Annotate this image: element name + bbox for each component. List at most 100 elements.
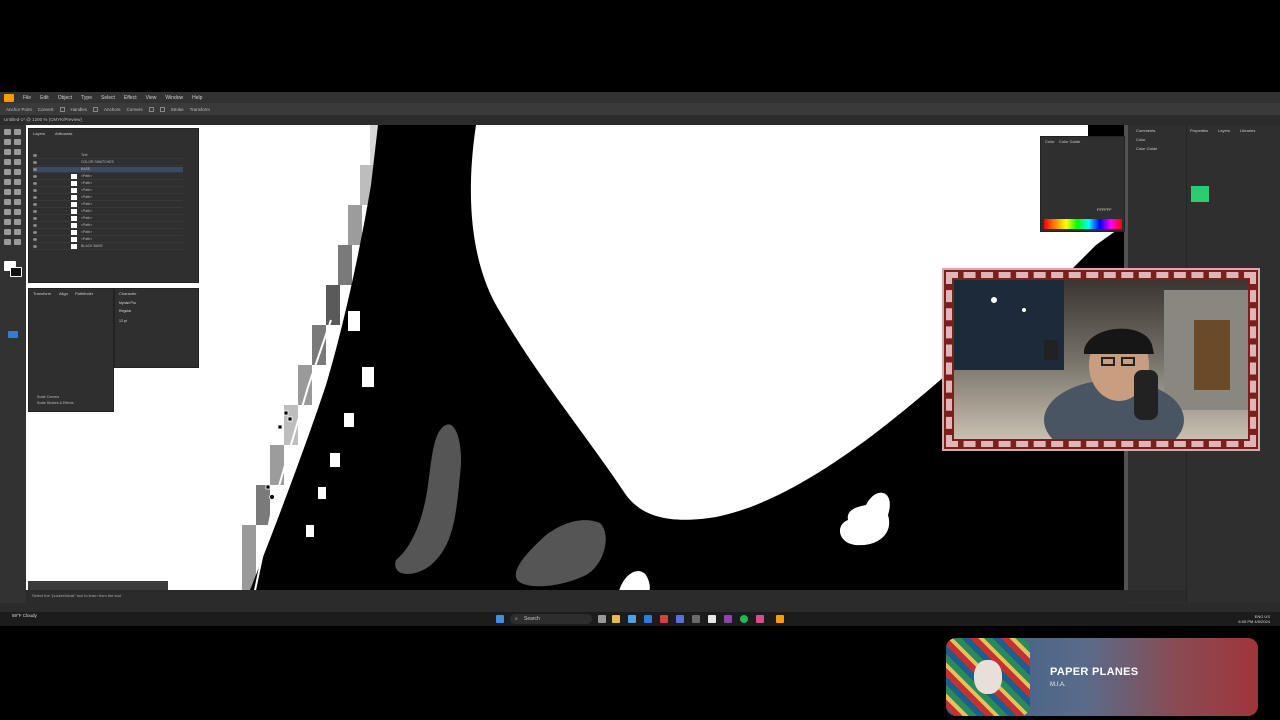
curvature-tool-icon[interactable] xyxy=(14,149,21,155)
blend-tool-icon[interactable] xyxy=(14,219,21,225)
document-tab[interactable]: Untitled-1* @ 1200 % (CMYK/Preview) xyxy=(0,115,200,125)
convert-corner-icon[interactable] xyxy=(59,106,65,112)
line-tool-icon[interactable] xyxy=(14,159,21,165)
file-explorer-icon[interactable] xyxy=(612,615,620,623)
edge-icon[interactable] xyxy=(644,615,652,623)
free-transform-tool-icon[interactable] xyxy=(14,199,21,205)
draw-mode-icon[interactable] xyxy=(8,331,18,338)
align-icon[interactable] xyxy=(148,106,154,112)
control-anchors[interactable]: Anchors xyxy=(104,107,121,112)
font-style-field[interactable]: Regular xyxy=(119,309,131,313)
layer-row[interactable]: <Path> xyxy=(33,202,183,208)
eye-icon[interactable] xyxy=(33,210,37,213)
slice-tool-icon[interactable] xyxy=(14,229,21,235)
green-swatch[interactable] xyxy=(1191,186,1209,202)
layer-row[interactable]: <Path> xyxy=(33,174,183,180)
selection-tool-icon[interactable] xyxy=(4,129,11,135)
hand-tool-icon[interactable] xyxy=(4,239,11,245)
eyedropper-tool-icon[interactable] xyxy=(4,219,11,225)
dock-tab-color-guide[interactable]: Color Guide xyxy=(1136,146,1157,151)
control-stroke[interactable]: Stroke xyxy=(171,107,184,112)
weather-widget[interactable]: 59°F Cloudy xyxy=(12,613,37,618)
scale-tool-icon[interactable] xyxy=(14,189,21,195)
artboard-tool-icon[interactable] xyxy=(4,229,11,235)
menu-object[interactable]: Object xyxy=(58,95,72,101)
tab-pathfinder[interactable]: Pathfinder xyxy=(75,291,93,296)
eye-icon[interactable] xyxy=(33,175,37,178)
chrome-icon[interactable] xyxy=(708,615,716,623)
menu-file[interactable]: File xyxy=(23,95,31,101)
spotify-icon[interactable] xyxy=(740,615,748,623)
eye-icon[interactable] xyxy=(33,168,37,171)
layer-row[interactable]: <Path> xyxy=(33,237,183,243)
eye-icon[interactable] xyxy=(33,196,37,199)
dock-properties[interactable]: Properties xyxy=(1190,128,1208,133)
tab-color[interactable]: Color xyxy=(1045,139,1055,144)
pen-tool-icon[interactable] xyxy=(4,149,11,155)
tab-layers[interactable]: Layers xyxy=(33,131,45,136)
layer-row[interactable]: BLACK BASE xyxy=(33,244,183,250)
eye-icon[interactable] xyxy=(33,154,37,157)
eye-icon[interactable] xyxy=(33,238,37,241)
stroke-swatch-icon[interactable] xyxy=(10,267,22,277)
eye-icon[interactable] xyxy=(33,189,37,192)
dock-layers[interactable]: Layers xyxy=(1218,128,1230,133)
app-icon[interactable] xyxy=(676,615,684,623)
shape-builder-tool-icon[interactable] xyxy=(4,209,11,215)
system-tray[interactable]: ENG US 6:05 PM 4/5/2024 xyxy=(1238,614,1270,624)
layer-row[interactable]: COLOR SWATCHES xyxy=(33,160,183,166)
eye-icon[interactable] xyxy=(33,231,37,234)
menu-view[interactable]: View xyxy=(146,95,157,101)
menu-help[interactable]: Help xyxy=(192,95,202,101)
taskbar-search[interactable]: ⌕ Search xyxy=(510,614,592,624)
app-icon[interactable] xyxy=(756,615,764,623)
rotate-tool-icon[interactable] xyxy=(4,189,11,195)
eye-icon[interactable] xyxy=(33,161,37,164)
windows-start-icon[interactable] xyxy=(496,615,504,623)
eye-icon[interactable] xyxy=(33,182,37,185)
layer-row[interactable]: <Path> xyxy=(33,223,183,229)
dock-tab-comments[interactable]: Comments xyxy=(1136,128,1155,133)
lasso-tool-icon[interactable] xyxy=(14,139,21,145)
layer-row[interactable]: <Path> xyxy=(33,216,183,222)
layer-row[interactable]: <Path> xyxy=(33,195,183,201)
rectangle-tool-icon[interactable] xyxy=(4,169,11,175)
gradient-tool-icon[interactable] xyxy=(14,209,21,215)
magic-wand-tool-icon[interactable] xyxy=(4,139,11,145)
font-size-field[interactable]: 12 pt xyxy=(119,319,127,323)
scale-corners-checkbox[interactable]: Scale Corners xyxy=(37,395,59,399)
scale-strokes-checkbox[interactable]: Scale Strokes & Effects xyxy=(37,401,74,405)
tab-color-guide[interactable]: Color Guide xyxy=(1059,139,1080,144)
dock-tab-color[interactable]: Color xyxy=(1136,137,1146,142)
width-tool-icon[interactable] xyxy=(4,199,11,205)
eye-icon[interactable] xyxy=(33,203,37,206)
layer-row[interactable]: <Path> xyxy=(33,181,183,187)
control-handles[interactable]: Handles xyxy=(71,107,88,112)
menu-type[interactable]: Type xyxy=(81,95,92,101)
tab-artboards[interactable]: Artboards xyxy=(55,131,72,136)
layer-row[interactable]: <Path> xyxy=(33,230,183,236)
app-icon[interactable] xyxy=(692,615,700,623)
tab-align[interactable]: Align xyxy=(59,291,68,296)
task-view-icon[interactable] xyxy=(598,615,606,623)
eye-icon[interactable] xyxy=(33,224,37,227)
layer-row[interactable]: Text xyxy=(33,153,183,159)
paintbrush-tool-icon[interactable] xyxy=(14,169,21,175)
distribute-icon[interactable] xyxy=(159,106,165,112)
pencil-tool-icon[interactable] xyxy=(4,179,11,185)
menu-select[interactable]: Select xyxy=(101,95,115,101)
eye-icon[interactable] xyxy=(33,217,37,220)
handles-icon[interactable] xyxy=(93,106,99,112)
menu-window[interactable]: Window xyxy=(165,95,183,101)
direct-selection-tool-icon[interactable] xyxy=(14,129,21,135)
store-icon[interactable] xyxy=(628,615,636,623)
eraser-tool-icon[interactable] xyxy=(14,179,21,185)
layer-row-selected[interactable]: BASE xyxy=(33,167,183,173)
dock-libraries[interactable]: Libraries xyxy=(1240,128,1255,133)
hex-field[interactable]: FFFFFF xyxy=(1097,207,1112,212)
control-corners[interactable]: Corners xyxy=(127,107,143,112)
type-tool-icon[interactable] xyxy=(4,159,11,165)
menu-edit[interactable]: Edit xyxy=(40,95,49,101)
app-icon[interactable] xyxy=(724,615,732,623)
eye-icon[interactable] xyxy=(33,245,37,248)
